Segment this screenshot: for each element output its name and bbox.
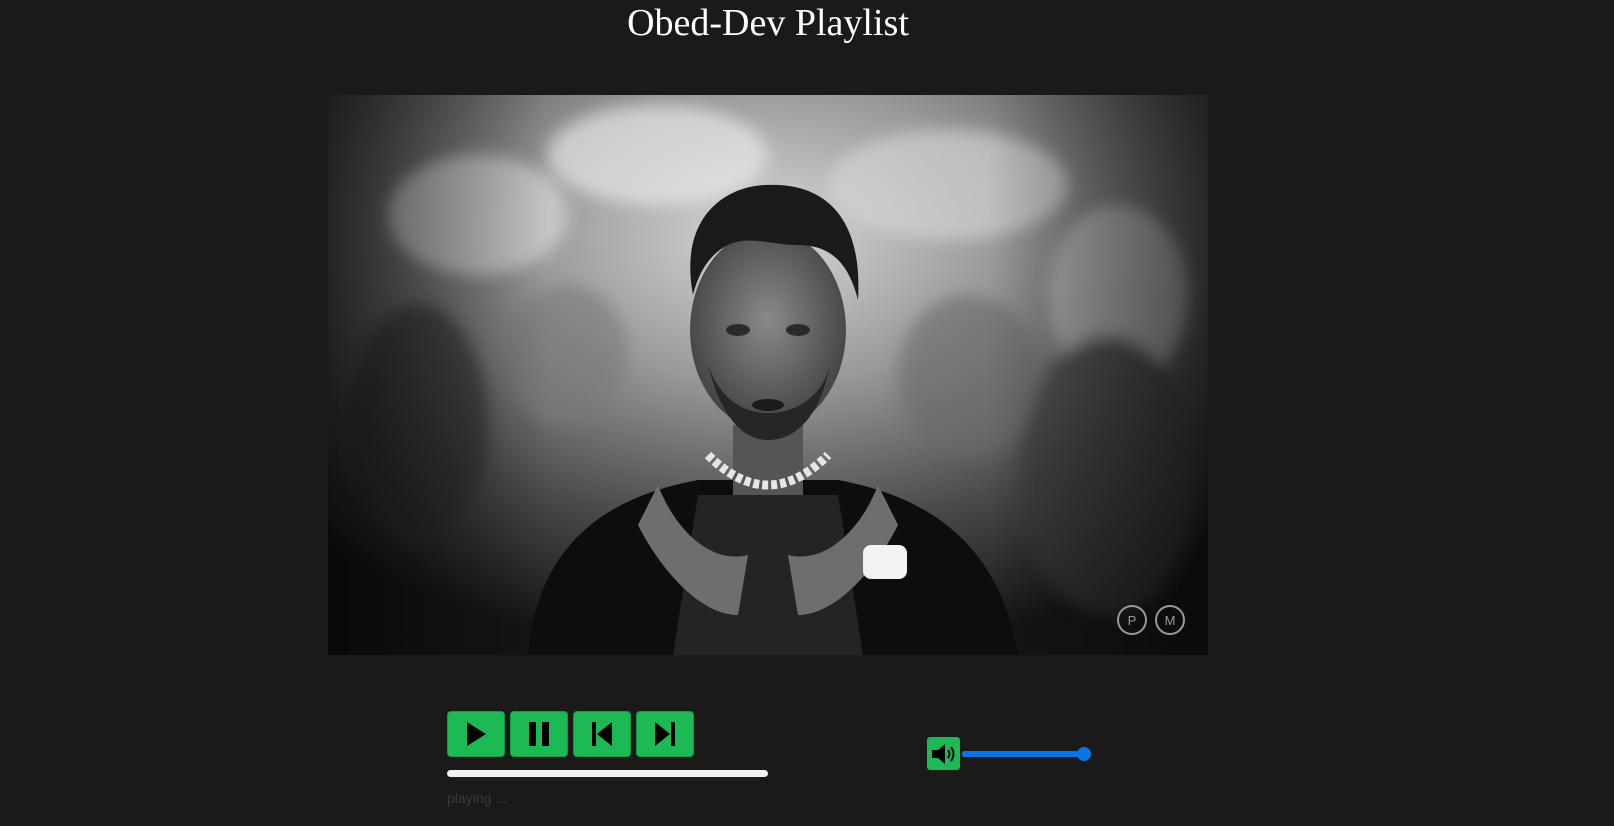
playback-controls [447, 711, 694, 757]
pause-button[interactable] [510, 711, 568, 757]
svg-text:M: M [1165, 613, 1176, 628]
pause-icon [529, 722, 549, 746]
next-button[interactable] [636, 711, 694, 757]
skip-forward-icon [655, 722, 675, 746]
volume-control [927, 737, 1091, 770]
speaker-icon [931, 743, 954, 764]
previous-button[interactable] [573, 711, 631, 757]
volume-slider-thumb[interactable] [1077, 746, 1091, 761]
video-player[interactable]: P M [328, 95, 1208, 655]
svg-text:P: P [1128, 613, 1137, 628]
play-button[interactable] [447, 711, 505, 757]
volume-slider-fill [962, 750, 1084, 757]
volume-slider[interactable] [962, 746, 1091, 761]
page-title: Obed-Dev Playlist [627, 2, 909, 44]
progress-bar[interactable] [447, 770, 768, 777]
volume-button[interactable] [927, 737, 960, 770]
video-frame-image: P M [328, 95, 1208, 655]
play-icon [467, 722, 486, 746]
playback-status: playing ... [447, 790, 507, 806]
skip-back-icon [592, 722, 612, 746]
